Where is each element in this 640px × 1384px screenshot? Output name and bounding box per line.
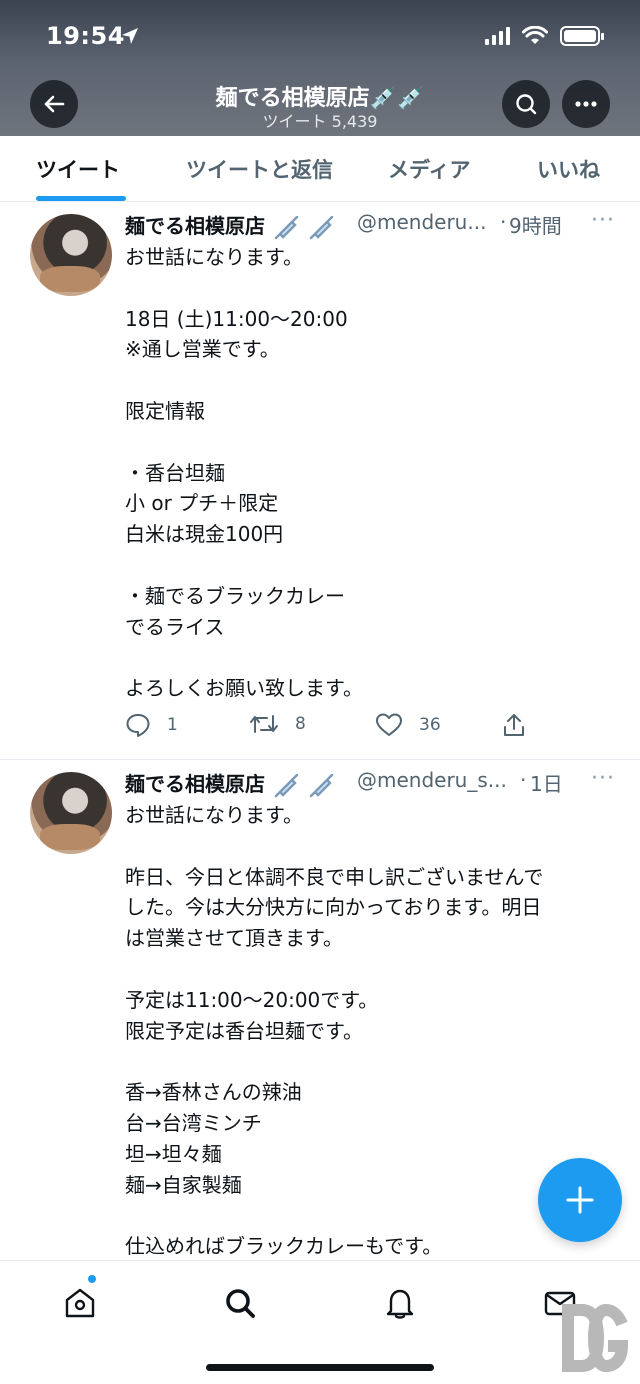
avatar[interactable]: [30, 214, 112, 296]
syringe-emoji-icon: [309, 215, 334, 239]
tab-tweets-and-replies[interactable]: ツイートと返信: [186, 154, 333, 184]
timestamp[interactable]: 9時間: [509, 210, 562, 239]
home-indicator: [206, 1364, 434, 1371]
tab-media[interactable]: メディア: [388, 154, 471, 184]
compose-plus-icon: [566, 1186, 594, 1214]
watermark-logo-icon: [562, 1303, 629, 1373]
tweet-header: 麺でる相模原店 @menderu... · 9時間 ···: [125, 208, 615, 240]
tweet-actions: 1 8 36: [125, 712, 545, 744]
nav-explore[interactable]: [220, 1283, 260, 1323]
status-bar: 19:54: [0, 0, 640, 70]
syringe-emoji-icon: [274, 773, 299, 797]
retweet-icon: [250, 715, 278, 733]
battery-icon: [560, 26, 604, 46]
tab-likes[interactable]: いいね: [537, 154, 600, 184]
syringe-emoji-icon: [309, 773, 334, 797]
timestamp[interactable]: 1日: [530, 768, 563, 797]
profile-tabs: ツイート ツイートと返信 メディア いいね: [0, 136, 640, 202]
explore-icon: [226, 1289, 255, 1318]
home-notification-dot: [88, 1275, 96, 1283]
nav-home[interactable]: [60, 1283, 100, 1323]
share-button[interactable]: [501, 712, 527, 738]
like-count: 36: [419, 715, 441, 735]
like-icon: [376, 713, 402, 736]
more-icon: [575, 101, 597, 107]
tab-tweets[interactable]: ツイート: [36, 154, 120, 184]
compose-tweet-button[interactable]: [538, 1158, 622, 1242]
avatar[interactable]: [30, 772, 112, 854]
display-name-text: 麺でる相模原店: [125, 214, 265, 238]
status-icons: [485, 26, 604, 46]
syringe-emoji-icon: [274, 215, 299, 239]
tweet-more-button[interactable]: ···: [591, 208, 615, 233]
home-icon: [65, 1288, 95, 1318]
location-arrow-icon: [122, 28, 138, 44]
tweet-text: お世話になります。 18日 (土)11:00～20:00 ※通し営業です。 限定…: [125, 245, 363, 701]
reply-button[interactable]: 1: [125, 712, 178, 738]
retweet-button[interactable]: 8: [249, 712, 306, 736]
reply-icon: [126, 714, 150, 737]
search-icon: [516, 94, 537, 115]
active-tab-indicator: [36, 196, 126, 201]
handle[interactable]: @menderu_s...: [357, 768, 507, 792]
share-icon: [504, 714, 524, 736]
handle[interactable]: @menderu...: [357, 210, 486, 234]
profile-header: 19:54 麺でる相模原店💉💉 ツイート 5,439: [0, 0, 640, 136]
cellular-signal-icon: [485, 27, 510, 45]
separator-dot: ·: [520, 768, 527, 792]
tweet[interactable]: 麺でる相模原店 @menderu... · 9時間 ··· お世話になります。 …: [0, 202, 640, 760]
tweet-header: 麺でる相模原店 @menderu_s... · 1日 ···: [125, 766, 615, 798]
display-name[interactable]: 麺でる相模原店: [125, 210, 335, 240]
notifications-icon: [386, 1289, 414, 1319]
more-options-button[interactable]: [562, 80, 610, 128]
display-name[interactable]: 麺でる相模原店: [125, 768, 335, 798]
like-button[interactable]: 36: [375, 712, 441, 738]
wifi-icon: [522, 26, 548, 44]
status-time: 19:54: [46, 22, 125, 50]
separator-dot: ·: [500, 210, 507, 234]
search-button[interactable]: [502, 80, 550, 128]
reply-count: 1: [167, 715, 178, 735]
retweet-count: 8: [295, 714, 306, 734]
nav-notifications[interactable]: [380, 1283, 420, 1323]
tweet-more-button[interactable]: ···: [591, 766, 615, 791]
display-name-text: 麺でる相模原店: [125, 772, 265, 796]
